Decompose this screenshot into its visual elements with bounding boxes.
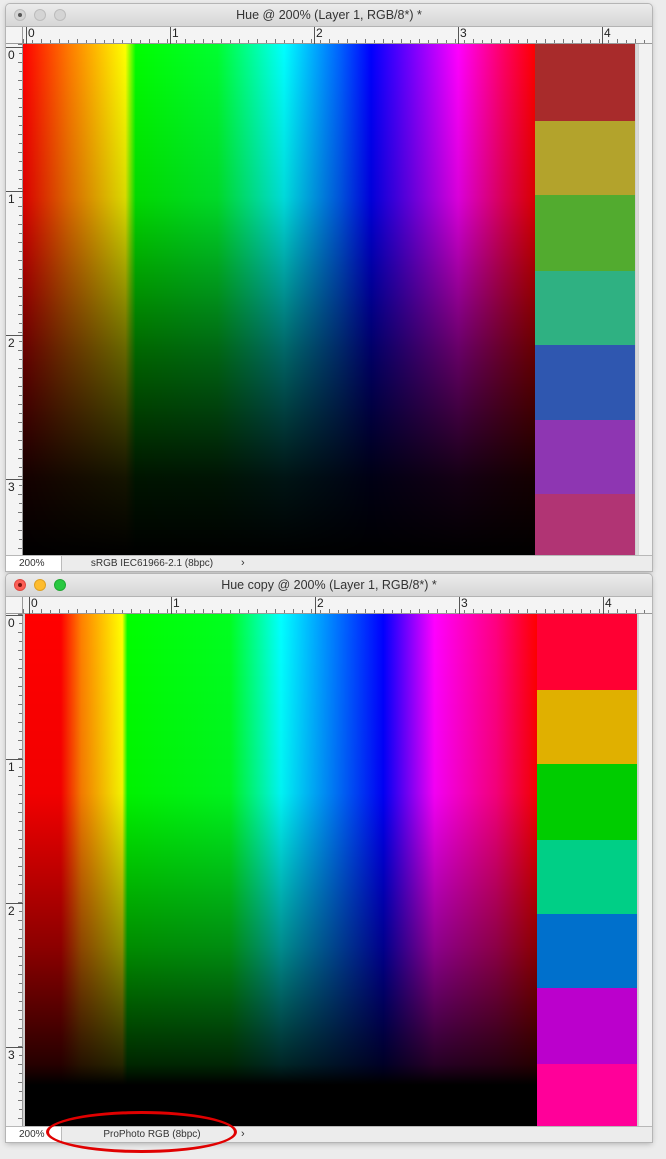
window-title: Hue copy @ 200% (Layer 1, RGB/8*) * [221, 578, 437, 592]
swatch-yellow [535, 121, 635, 195]
ruler-label: 1 [8, 760, 15, 774]
color-profile-label[interactable]: sRGB IEC61966-2.1 (8bpc) [64, 558, 240, 569]
ruler-label: 1 [8, 192, 15, 206]
ruler-label: 0 [8, 616, 15, 630]
ruler-label: 4 [605, 596, 612, 610]
status-bar: 200% sRGB IEC61966-2.1 (8bpc) › [6, 555, 652, 571]
swatch-green [537, 764, 637, 840]
vertical-ruler[interactable]: 0 1 2 3 [6, 44, 23, 555]
chevron-right-icon[interactable]: › [241, 1128, 245, 1140]
swatch-magenta [537, 1064, 637, 1126]
ruler-label: 1 [173, 596, 180, 610]
swatch-purple [537, 988, 637, 1064]
ruler-label: 0 [28, 26, 35, 40]
chevron-right-icon[interactable]: › [241, 557, 245, 569]
ruler-origin[interactable] [6, 27, 23, 44]
swatch-magenta [535, 494, 635, 555]
ruler-label: 2 [8, 904, 15, 918]
swatch-yellow [537, 690, 637, 764]
ruler-label: 0 [8, 48, 15, 62]
ruler-label: 3 [8, 480, 15, 494]
swatch-blue [535, 345, 635, 420]
swatch-red [537, 614, 637, 690]
hue-gradient-image [23, 44, 535, 555]
swatch-purple [535, 420, 635, 494]
ruler-label: 0 [31, 596, 38, 610]
title-bar[interactable]: Hue @ 200% (Layer 1, RGB/8*) * [6, 4, 652, 27]
swatch-teal [537, 840, 637, 914]
color-swatches [537, 614, 637, 1126]
document-canvas[interactable] [23, 614, 638, 1126]
ruler-label: 2 [8, 336, 15, 350]
ruler-label: 3 [460, 26, 467, 40]
document-canvas[interactable] [23, 44, 636, 555]
horizontal-ruler[interactable]: 0 1 2 3 4 [23, 26, 652, 44]
vertical-scrollbar[interactable] [638, 614, 652, 1126]
swatch-green [535, 195, 635, 271]
vertical-scrollbar[interactable] [638, 44, 652, 555]
zoom-level[interactable]: 200% [6, 556, 62, 571]
color-swatches [535, 44, 635, 555]
swatch-red [535, 44, 635, 121]
title-bar[interactable]: Hue copy @ 200% (Layer 1, RGB/8*) * [6, 574, 652, 597]
ruler-label: 2 [317, 596, 324, 610]
document-window-hue-copy[interactable]: Hue copy @ 200% (Layer 1, RGB/8*) * 0 1 … [6, 574, 652, 1142]
zoom-level[interactable]: 200% [6, 1127, 62, 1142]
swatch-blue [537, 914, 637, 988]
color-profile-label[interactable]: ProPhoto RGB (8bpc) [64, 1129, 240, 1140]
status-bar: 200% ProPhoto RGB (8bpc) › [6, 1126, 652, 1142]
ruler-origin[interactable] [6, 597, 23, 614]
document-window-hue[interactable]: Hue @ 200% (Layer 1, RGB/8*) * 0 1 2 3 4… [6, 4, 652, 571]
ruler-label: 4 [604, 26, 611, 40]
ruler-label: 3 [8, 1048, 15, 1062]
hue-gradient-image [25, 614, 537, 1126]
swatch-teal [535, 271, 635, 345]
horizontal-ruler[interactable]: 0 1 2 3 4 [23, 596, 652, 614]
ruler-label: 2 [316, 26, 323, 40]
vertical-ruler[interactable]: 0 1 2 3 [6, 614, 23, 1126]
ruler-label: 3 [461, 596, 468, 610]
ruler-label: 1 [172, 26, 179, 40]
window-title: Hue @ 200% (Layer 1, RGB/8*) * [236, 8, 422, 22]
